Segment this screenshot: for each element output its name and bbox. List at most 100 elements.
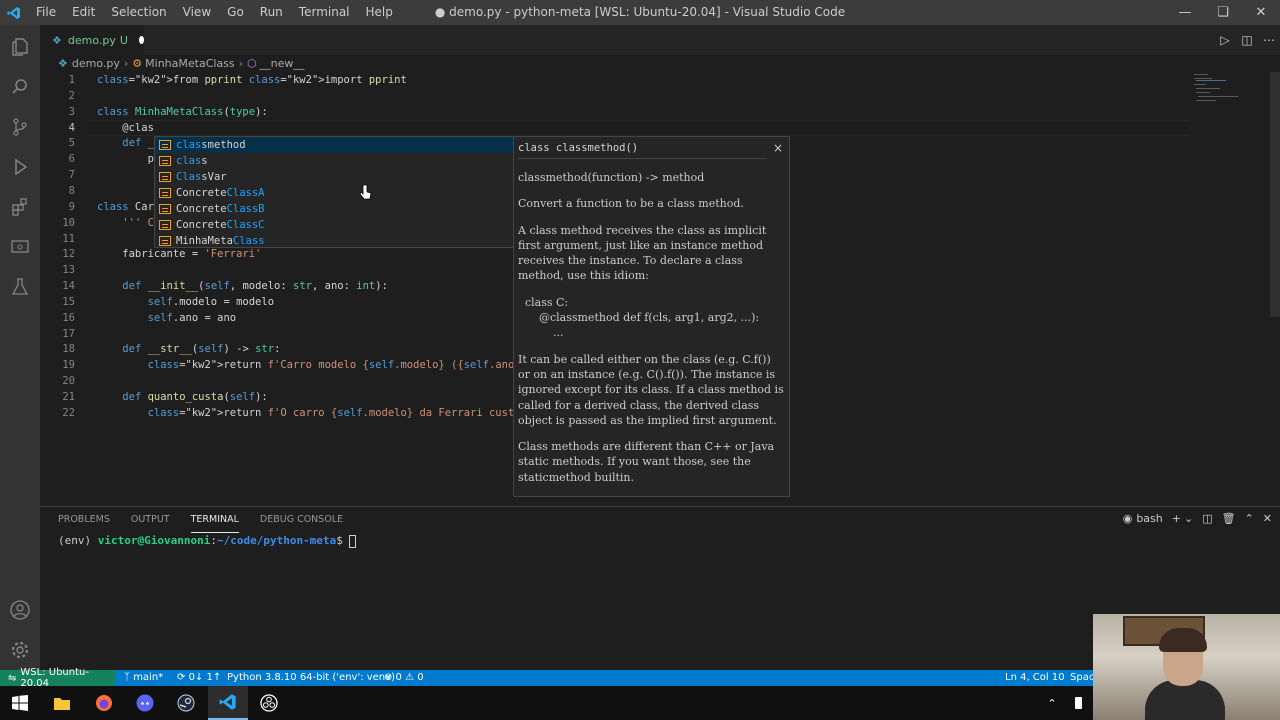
- more-actions-icon[interactable]: ⋯: [1258, 33, 1280, 47]
- docs-code: ...: [518, 326, 564, 340]
- suggestion-item[interactable]: ConcreteClassA: [155, 185, 513, 201]
- docs-paragraph: Class methods are different than C++ or …: [518, 440, 775, 484]
- run-debug-icon[interactable]: [0, 147, 40, 187]
- obs-icon[interactable]: [249, 686, 289, 720]
- symbol-class-icon: [159, 204, 171, 214]
- tray-device-icon[interactable]: [1068, 686, 1088, 720]
- account-icon[interactable]: [0, 590, 40, 630]
- line-number: 7: [68, 169, 75, 182]
- suggestion-item[interactable]: classmethod: [155, 137, 513, 153]
- close-icon[interactable]: ×: [773, 141, 783, 155]
- status-bar: ⇋ WSL: Ubuntu-20.04 ᛉ main* ⟳ 0↓ 1↑ Pyth…: [0, 667, 1280, 689]
- panel-tab-terminal[interactable]: TERMINAL: [190, 513, 239, 533]
- chevron-down-icon[interactable]: ⌄: [1184, 512, 1193, 525]
- docs-signature: class classmethod(): [518, 141, 766, 159]
- menu-item-run[interactable]: Run: [252, 0, 291, 25]
- line-number: 6: [68, 153, 75, 166]
- new-terminal-icon[interactable]: +: [1172, 512, 1181, 525]
- steam-icon[interactable]: [166, 686, 206, 720]
- menu-item-file[interactable]: File: [28, 0, 64, 25]
- suggestion-item[interactable]: ConcreteClassC: [155, 217, 513, 233]
- panel-tab-debug-console[interactable]: DEBUG CONSOLE: [260, 513, 343, 533]
- testing-icon[interactable]: [0, 267, 40, 307]
- breadcrumb-method[interactable]: __new__: [260, 57, 305, 70]
- git-branch[interactable]: ᛉ main*: [124, 670, 163, 686]
- line-text: def quanto_custa(self):: [122, 391, 268, 403]
- search-icon[interactable]: [0, 67, 40, 107]
- minimap[interactable]: [1190, 72, 1270, 102]
- branch-icon: ᛉ: [124, 672, 134, 683]
- breadcrumb-file[interactable]: demo.py: [72, 57, 120, 70]
- panel-tab-output[interactable]: OUTPUT: [131, 513, 170, 533]
- file-explorer-icon[interactable]: [42, 686, 82, 720]
- run-python-icon[interactable]: ▷: [1214, 33, 1236, 47]
- tab-demo-py[interactable]: ❖ demo.py U: [40, 25, 144, 55]
- line-number: 13: [62, 264, 75, 277]
- restore-icon[interactable]: ❏: [1204, 0, 1242, 25]
- menu-item-view[interactable]: View: [175, 0, 219, 25]
- explorer-icon[interactable]: [0, 27, 40, 67]
- code-line[interactable]: 1 class="kw2">from pprint class="kw2">imp…: [40, 72, 1190, 88]
- menu-item-terminal[interactable]: Terminal: [291, 0, 358, 25]
- line-number: 21: [62, 391, 75, 403]
- terminal-output[interactable]: (env) victor@Giovannoni:~/code/python-me…: [58, 534, 357, 548]
- source-control-icon[interactable]: [0, 107, 40, 147]
- remote-icon: ⇋: [8, 672, 17, 684]
- code-line[interactable]: 3 class MinhaMetaClass(type):: [40, 104, 1190, 120]
- line-number: 20: [62, 375, 75, 388]
- code-line[interactable]: 4 @clas: [40, 120, 1190, 136]
- line-number: 16: [62, 311, 75, 324]
- minimize-icon[interactable]: —: [1166, 0, 1204, 25]
- method-symbol-icon: ⬡: [247, 56, 257, 70]
- windows-start-icon[interactable]: [0, 686, 40, 720]
- remote-explorer-icon[interactable]: [0, 227, 40, 267]
- python-file-icon: ❖: [58, 56, 68, 70]
- line-text: class="kw2">return f'Carro modelo {self.…: [147, 359, 534, 372]
- breadcrumb-class[interactable]: MinhaMetaClass: [145, 57, 234, 70]
- code-line[interactable]: 2: [40, 88, 1190, 104]
- python-interpreter[interactable]: Python 3.8.10 64-bit ('env': venv): [227, 670, 395, 686]
- vscode-taskbar-icon[interactable]: [208, 686, 248, 720]
- docs-code: @classmethod def f(cls, arg1, arg2, ...)…: [518, 311, 760, 325]
- terminal-shell-name[interactable]: bash: [1136, 512, 1162, 525]
- firefox-icon[interactable]: [84, 686, 124, 720]
- git-sync[interactable]: ⟳ 0↓ 1↑: [177, 670, 221, 686]
- editor-scrollbar[interactable]: [1270, 72, 1280, 317]
- remote-indicator[interactable]: ⇋ WSL: Ubuntu-20.04: [0, 667, 116, 689]
- line-text: ''' C: [122, 216, 154, 229]
- tray-chevron-up-icon[interactable]: ⌃: [1040, 686, 1064, 720]
- suggestion-details: class classmethod() × classmethod(functi…: [513, 136, 790, 497]
- discord-icon[interactable]: [125, 686, 165, 720]
- menu-item-edit[interactable]: Edit: [64, 0, 103, 25]
- indentation[interactable]: Spac: [1070, 670, 1094, 686]
- suggestion-item[interactable]: class: [155, 153, 513, 169]
- docs-paragraph: Convert a function to be a class method.: [518, 197, 744, 211]
- suggestion-item[interactable]: ClassVar: [155, 169, 513, 185]
- menu-item-go[interactable]: Go: [219, 0, 252, 25]
- docs-paragraph: classmethod(function) -> method: [518, 171, 705, 184]
- menu-item-selection[interactable]: Selection: [103, 0, 174, 25]
- maximize-panel-icon[interactable]: ⌃: [1245, 512, 1254, 525]
- panel-tab-problems[interactable]: PROBLEMS: [58, 513, 110, 533]
- trash-icon[interactable]: 🗑: [1222, 512, 1236, 525]
- cursor-position[interactable]: Ln 4, Col 10: [1005, 670, 1065, 686]
- problems-count[interactable]: ⊗ 0 ⚠ 0: [384, 670, 424, 686]
- close-icon[interactable]: ✕: [1242, 0, 1280, 25]
- extensions-icon[interactable]: [0, 187, 40, 227]
- suggestion-label: ClassVar: [176, 171, 227, 183]
- suggestion-item[interactable]: ConcreteClassB: [155, 201, 513, 217]
- close-panel-icon[interactable]: ✕: [1263, 512, 1272, 525]
- settings-gear-icon[interactable]: [0, 630, 40, 670]
- line-number: 15: [62, 295, 75, 308]
- split-terminal-icon[interactable]: ◫: [1202, 512, 1212, 525]
- split-editor-icon[interactable]: ◫: [1236, 33, 1258, 47]
- line-text: self.ano = ano: [147, 311, 237, 324]
- suggestion-item[interactable]: MinhaMetaClass: [155, 233, 513, 249]
- unsaved-dot-icon[interactable]: [138, 36, 144, 44]
- class-symbol-icon: ⚙: [132, 56, 143, 70]
- line-number: 12: [62, 248, 75, 261]
- breadcrumb: ❖ demo.py › ⚙ MinhaMetaClass › ⬡ __new__: [40, 55, 1140, 71]
- menu-item-help[interactable]: Help: [358, 0, 401, 25]
- webcam-overlay: [1093, 614, 1280, 720]
- line-text: def _: [122, 137, 154, 150]
